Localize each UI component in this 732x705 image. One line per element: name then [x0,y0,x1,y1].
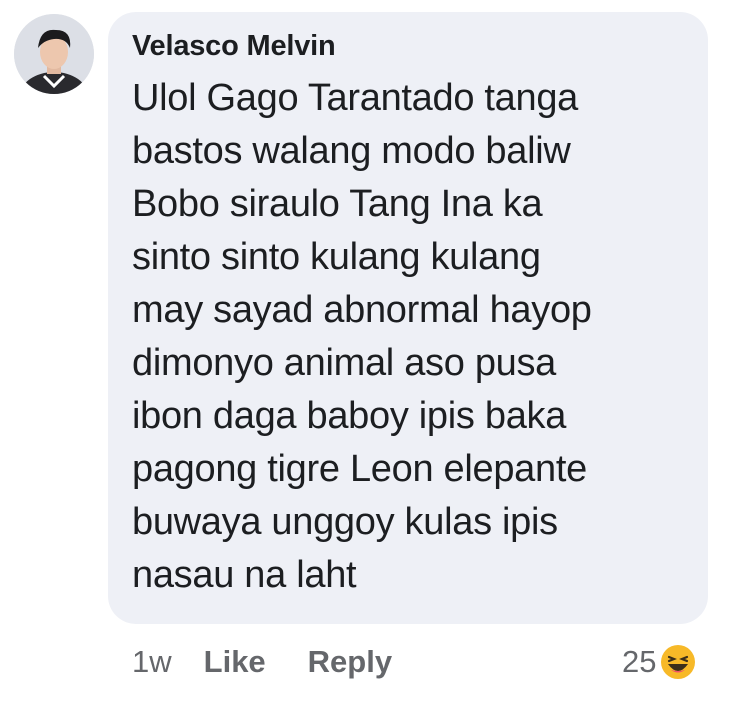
comment-line: pagong tigre Leon elepante [132,448,587,490]
comment-card: Velasco Melvin Ulol Gago Tarantado tanga… [0,0,732,705]
reply-button[interactable]: Reply [308,644,392,680]
comment-line: dimonyo animal aso pusa [132,342,557,384]
comment-line: Ulol Gago Tarantado tanga [132,77,579,119]
comment-author[interactable]: Velasco Melvin [132,28,708,64]
comment-timestamp[interactable]: 1w [132,644,172,680]
comment-actions: 1w Like Reply [132,640,434,684]
haha-reaction-icon [661,645,696,679]
comment-line: ibon daga baboy ipis baka [132,395,567,437]
comment-bubble: Velasco Melvin Ulol Gago Tarantado tanga… [108,12,708,624]
avatar[interactable] [14,14,94,94]
reaction-count: 25 [622,644,657,679]
comment-line: buwaya unggoy kulas ipis [132,501,558,543]
comment-line: nasau na laht [132,554,357,596]
comment-text: Ulol Gago Tarantado tanga bastos walang … [132,72,708,602]
comment-line: bastos walang modo baliw [132,130,571,172]
like-button[interactable]: Like [204,644,266,680]
comment-line: Bobo siraulo Tang Ina ka [132,183,543,225]
reactions-summary[interactable]: 25 [622,640,696,684]
comment-line: sinto sinto kulang kulang [132,236,541,278]
avatar-image [14,14,94,94]
comment-line: may sayad abnormal hayop [132,289,592,331]
